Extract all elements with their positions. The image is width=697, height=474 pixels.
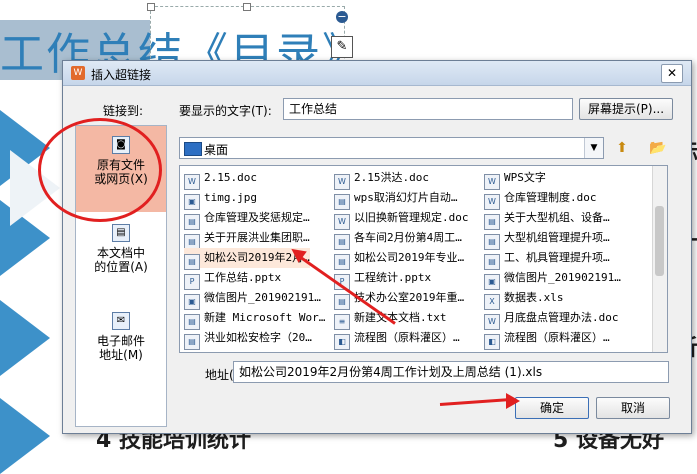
link-to-label: 链接到: (103, 104, 144, 118)
file-item[interactable]: ▤ 关于大型机组、设备… (484, 208, 610, 230)
file-item[interactable]: ▤ 仓库管理及奖惩规定… (184, 208, 310, 230)
scrollbar-thumb[interactable] (655, 206, 664, 276)
file-name: 新建文本文档.txt (354, 311, 447, 324)
file-name: 2.15洪达.doc (354, 171, 429, 184)
file-type-icon: ◧ (334, 334, 350, 350)
file-name: 数据表.xls (504, 291, 564, 304)
wps-app-icon: W (71, 66, 85, 80)
location-value: 桌面 (204, 143, 229, 157)
rotate-icon[interactable]: − (336, 11, 348, 23)
file-name: 工、机具管理提升项… (504, 251, 610, 264)
slide-triangle (0, 398, 50, 474)
up-folder-icon[interactable]: ⬆ (612, 138, 632, 158)
file-name: 关于大型机组、设备… (504, 211, 610, 224)
dialog-title: 插入超链接 (91, 68, 152, 82)
file-item[interactable]: P 工作总结.pptx (184, 268, 282, 290)
file-item[interactable]: ▣ 微信图片_201902191… (484, 268, 621, 290)
file-item[interactable]: ▤ 新建 Microsoft Wor… (184, 308, 326, 330)
file-type-icon: ▤ (184, 334, 200, 350)
close-icon: ✕ (666, 66, 678, 80)
insert-hyperlink-dialog: W 插入超链接 ✕ 链接到: 要显示的文字(T): 工作总结 屏幕提示(P)..… (62, 60, 692, 434)
file-name: 仓库管理及奖惩规定… (204, 211, 310, 224)
browse-folder-icon[interactable]: 📂 (648, 138, 668, 158)
file-type-icon: ◧ (484, 334, 500, 350)
email-icon: ✉ (112, 312, 130, 330)
address-input[interactable]: 如松公司2019年2月份第4周工作计划及上周总结 (1).xls (233, 361, 669, 383)
file-item[interactable]: ▤ 各车间2月份第4周工… (334, 228, 462, 250)
file-name: 2.15.doc (204, 171, 257, 184)
dialog-titlebar[interactable]: W 插入超链接 ✕ (63, 61, 691, 86)
file-item[interactable]: ▣ 微信图片_201902191… (184, 288, 321, 310)
file-item[interactable]: X 数据表.xls (484, 288, 564, 310)
file-item[interactable]: W 2.15洪达.doc (334, 168, 429, 190)
file-item[interactable]: ◧ 流程图（原料灌区）… (484, 328, 610, 350)
file-list[interactable]: W 2.15.doc W 2.15洪达.doc W WPS文字 ▣ timg.jpg ▤ wps取… (179, 165, 668, 353)
nav-document-place-label: 本文档中 的位置(A) (94, 246, 148, 274)
document-icon: ▤ (112, 224, 130, 242)
file-item[interactable]: ▤ wps取消幻灯片自动… (334, 188, 458, 210)
file-name: 如松公司2019年专业… (354, 251, 465, 264)
display-text-label: 要显示的文字(T): (179, 104, 272, 118)
screen-tip-button[interactable]: 屏幕提示(P)... (579, 98, 673, 120)
file-name: 工作总结.pptx (204, 271, 282, 284)
file-name: 大型机组管理提升项… (504, 231, 610, 244)
chevron-down-icon[interactable]: ▼ (584, 138, 603, 158)
file-item[interactable]: W 月底盘点管理办法.doc (484, 308, 619, 330)
close-button[interactable]: ✕ (661, 64, 683, 83)
cancel-button[interactable]: 取消 (596, 397, 670, 419)
slide-triangle (0, 300, 50, 376)
file-name: 以旧换新管理规定.doc (354, 211, 469, 224)
resize-handle[interactable] (243, 3, 251, 11)
file-item[interactable]: ▣ timg.jpg (184, 188, 257, 210)
file-name: wps取消幻灯片自动… (354, 191, 458, 204)
file-name: 仓库管理制度.doc (504, 191, 597, 204)
file-item[interactable]: ▤ 大型机组管理提升项… (484, 228, 610, 250)
resize-handle[interactable] (147, 3, 155, 11)
nav-document-place[interactable]: ▤ 本文档中 的位置(A) (76, 214, 166, 300)
file-name: WPS文字 (504, 171, 546, 184)
file-name: 关于开展洪业集团职… (204, 231, 310, 244)
location-dropdown[interactable]: 桌面 ▼ (179, 137, 604, 159)
desktop-icon (184, 142, 202, 156)
file-item[interactable]: ▤ 关于开展洪业集团职… (184, 228, 310, 250)
file-item[interactable]: P 工程统计.pptx (334, 268, 432, 290)
annotation-circle (38, 118, 162, 222)
file-item[interactable]: ▤ 工、机具管理提升项… (484, 248, 610, 270)
file-name: timg.jpg (204, 191, 257, 204)
file-item[interactable]: W 仓库管理制度.doc (484, 188, 597, 210)
nav-email-label: 电子邮件 地址(M) (96, 334, 145, 362)
file-item[interactable]: W 2.15.doc (184, 168, 257, 190)
file-name: 微信图片_201902191… (204, 291, 321, 304)
display-text-input[interactable]: 工作总结 (283, 98, 573, 120)
edit-icon[interactable]: ✎ (331, 36, 353, 58)
file-item[interactable]: ▤ 洪业如松安检字（20… (184, 328, 312, 350)
file-name: 工程统计.pptx (354, 271, 432, 284)
file-name: 月底盘点管理办法.doc (504, 311, 619, 324)
annotation-arrow-head (506, 393, 520, 409)
file-name: 洪业如松安检字（20… (204, 331, 312, 344)
file-name: 流程图（原料灌区）… (504, 331, 610, 344)
file-item[interactable]: ◧ 流程图（原料灌区）… (334, 328, 460, 350)
file-name: 各车间2月份第4周工… (354, 231, 462, 244)
file-name: 新建 Microsoft Wor… (204, 311, 326, 324)
file-item[interactable]: W 以旧换新管理规定.doc (334, 208, 469, 230)
file-item[interactable]: ▤ 如松公司2019年专业… (334, 248, 465, 270)
scrollbar[interactable] (652, 166, 667, 352)
file-name: 流程图（原料灌区）… (354, 331, 460, 344)
nav-email[interactable]: ✉ 电子邮件 地址(M) (76, 302, 166, 388)
file-name: 技术办公室2019年重… (354, 291, 465, 304)
ok-button[interactable]: 确定 (515, 397, 589, 419)
file-item[interactable]: W WPS文字 (484, 168, 546, 190)
file-item[interactable]: ▤ 技术办公室2019年重… (334, 288, 465, 310)
file-name: 微信图片_201902191… (504, 271, 621, 284)
